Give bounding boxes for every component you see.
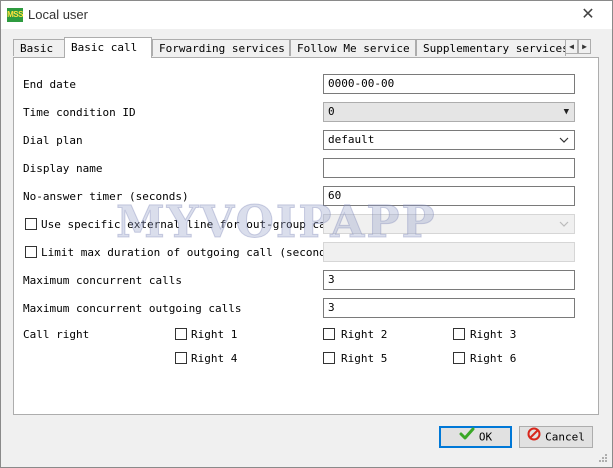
right-2-checkbox[interactable]	[323, 328, 335, 340]
display-name-input[interactable]	[323, 158, 575, 178]
cancel-icon	[527, 427, 541, 448]
external-line-label: Use specific external line for out-group…	[41, 218, 340, 231]
right-5-label: Right 5	[341, 352, 388, 365]
tab-basic-call[interactable]: Basic call	[64, 37, 152, 58]
close-icon[interactable]: ✕	[578, 5, 598, 25]
display-name-label: Display name	[23, 162, 103, 175]
tab-forwarding-services[interactable]: Forwarding services	[152, 39, 290, 56]
right-2-label: Right 2	[341, 328, 388, 341]
dialog-window: MSS Local user ✕ Basic Basic call Forwar…	[0, 0, 613, 468]
tab-follow-me-service[interactable]: Follow Me service	[290, 39, 416, 56]
dial-plan-value: default	[328, 133, 375, 146]
app-logo-icon: MSS	[7, 8, 23, 22]
right-4-checkbox[interactable]	[175, 352, 187, 364]
tab-strip: Basic Basic call Forwarding services Fol…	[13, 37, 603, 58]
max-outgoing-input[interactable]: 3	[323, 298, 575, 318]
external-line-select	[323, 214, 575, 234]
ok-button[interactable]: OK	[439, 426, 512, 448]
limit-duration-checkbox[interactable]	[25, 246, 37, 258]
chevron-down-icon	[559, 131, 569, 149]
tab-basic[interactable]: Basic	[13, 39, 65, 56]
time-condition-value: 0	[328, 105, 335, 118]
right-5-checkbox[interactable]	[323, 352, 335, 364]
cancel-button[interactable]: Cancel	[519, 426, 593, 448]
max-concurrent-label: Maximum concurrent calls	[23, 274, 182, 287]
dial-plan-label: Dial plan	[23, 134, 83, 147]
time-condition-select[interactable]: 0 ▼	[323, 102, 575, 122]
chevron-down-icon	[559, 215, 569, 233]
tab-scroll-left-icon[interactable]: ◀	[565, 39, 578, 54]
right-3-label: Right 3	[470, 328, 517, 341]
no-answer-timer-input[interactable]: 60	[323, 186, 575, 206]
cancel-button-label: Cancel	[545, 430, 585, 444]
dial-plan-select[interactable]: default	[323, 130, 575, 150]
title-bar[interactable]: MSS Local user ✕	[1, 1, 612, 29]
ok-button-label: OK	[478, 430, 493, 444]
right-1-checkbox[interactable]	[175, 328, 187, 340]
end-date-field[interactable]: 0000-00-00	[323, 74, 575, 94]
limit-duration-input	[323, 242, 575, 262]
external-line-checkbox[interactable]	[25, 218, 37, 230]
dropdown-arrow-icon: ▼	[563, 107, 569, 117]
right-4-label: Right 4	[191, 352, 238, 365]
tab-supplementary-services[interactable]: Supplementary services	[416, 39, 566, 56]
checkmark-icon	[459, 427, 475, 448]
end-date-label: End date	[23, 78, 76, 91]
no-answer-timer-label: No-answer timer (seconds)	[23, 190, 189, 203]
right-6-checkbox[interactable]	[453, 352, 465, 364]
limit-duration-label: Limit max duration of outgoing call (sec…	[41, 246, 340, 259]
time-condition-label: Time condition ID	[23, 106, 136, 119]
call-right-label: Call right	[23, 328, 90, 341]
right-1-label: Right 1	[191, 328, 238, 341]
right-3-checkbox[interactable]	[453, 328, 465, 340]
right-6-label: Right 6	[470, 352, 517, 365]
max-concurrent-input[interactable]: 3	[323, 270, 575, 290]
max-outgoing-label: Maximum concurrent outgoing calls	[23, 302, 242, 315]
resize-grip-icon[interactable]	[598, 453, 608, 463]
tab-scroll-right-icon[interactable]: ▶	[578, 39, 591, 54]
window-title: Local user	[28, 7, 88, 22]
